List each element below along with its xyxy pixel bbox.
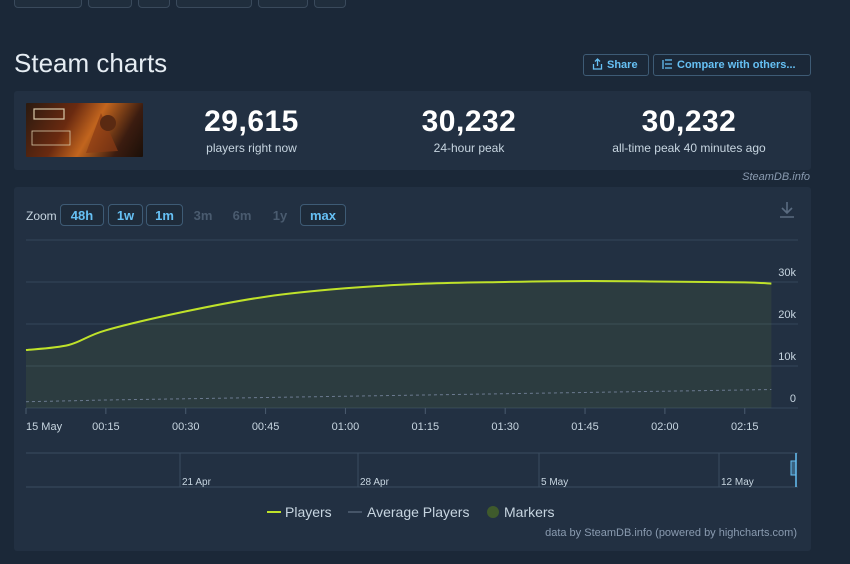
x-tick-label: 00:45 [252, 421, 280, 433]
top-tab[interactable] [176, 0, 252, 8]
chart-card: Zoom 48h 1w 1m 3m 6m 1y max 0 10k 20k 30k 15… [14, 187, 811, 551]
stat-alltime-peak-value: 30,232 [641, 105, 737, 138]
top-tab[interactable] [138, 0, 170, 8]
legend-players-label[interactable]: Players [285, 504, 332, 520]
stat-alltime-peak-label: all-time peak 40 minutes ago [612, 141, 766, 155]
share-button[interactable]: Share [583, 54, 649, 76]
compare-icon [662, 58, 673, 73]
x-tick-label: 02:00 [651, 421, 679, 433]
y-tick-label: 30k [778, 267, 796, 279]
top-tab[interactable] [88, 0, 132, 8]
page-title: Steam charts [14, 48, 168, 78]
game-thumbnail[interactable] [26, 103, 143, 157]
navigator-label: 5 May [541, 477, 568, 488]
stat-current-value: 29,615 [204, 105, 299, 138]
navigator-label: 28 Apr [360, 477, 390, 488]
y-tick-label: 0 [790, 393, 796, 405]
chart-footer-credit[interactable]: data by SteamDB.info (powered by highcha… [545, 527, 797, 539]
compare-button[interactable]: Compare with others... [653, 54, 811, 76]
top-tabs [14, 0, 346, 8]
top-tab[interactable] [314, 0, 346, 8]
player-chart[interactable]: 0 10k 20k 30k 15 May 00:15 00:30 00:45 01:00 01:1… [14, 187, 811, 551]
y-tick-label: 20k [778, 309, 796, 321]
navigator-label: 21 Apr [182, 477, 212, 488]
share-icon [592, 57, 603, 73]
stat-current-label: players right now [206, 141, 297, 155]
legend-average-label[interactable]: Average Players [367, 504, 469, 520]
steamdb-credit[interactable]: SteamDB.info [742, 171, 810, 183]
x-tick-label: 01:45 [571, 421, 599, 433]
stat-24h-peak-value: 30,232 [421, 105, 517, 138]
players-area [26, 281, 772, 408]
x-tick-label: 01:00 [332, 421, 360, 433]
top-tab[interactable] [14, 0, 82, 8]
x-tick-label: 01:15 [412, 421, 440, 433]
y-tick-label: 10k [778, 351, 796, 363]
navigator-label: 12 May [721, 477, 754, 488]
x-tick-label: 02:15 [731, 421, 759, 433]
x-tick-label: 00:30 [172, 421, 200, 433]
x-tick-label: 00:15 [92, 421, 120, 433]
legend-markers-label[interactable]: Markers [504, 504, 555, 520]
x-tick-label: 01:30 [491, 421, 519, 433]
compare-label: Compare with others... [677, 59, 796, 71]
stat-alltime-peak: 30,232 all-time peak 40 minutes ago [599, 105, 779, 155]
x-tick-label: 15 May [26, 421, 63, 433]
top-tab[interactable] [258, 0, 308, 8]
stat-current: 29,615 players right now [179, 105, 324, 155]
stat-24h-peak: 30,232 24-hour peak [399, 105, 539, 155]
share-label: Share [607, 59, 638, 71]
stat-24h-peak-label: 24-hour peak [433, 141, 505, 155]
legend-markers-swatch [487, 506, 499, 518]
stats-card: 29,615 players right now 30,232 24-hour … [14, 91, 811, 170]
